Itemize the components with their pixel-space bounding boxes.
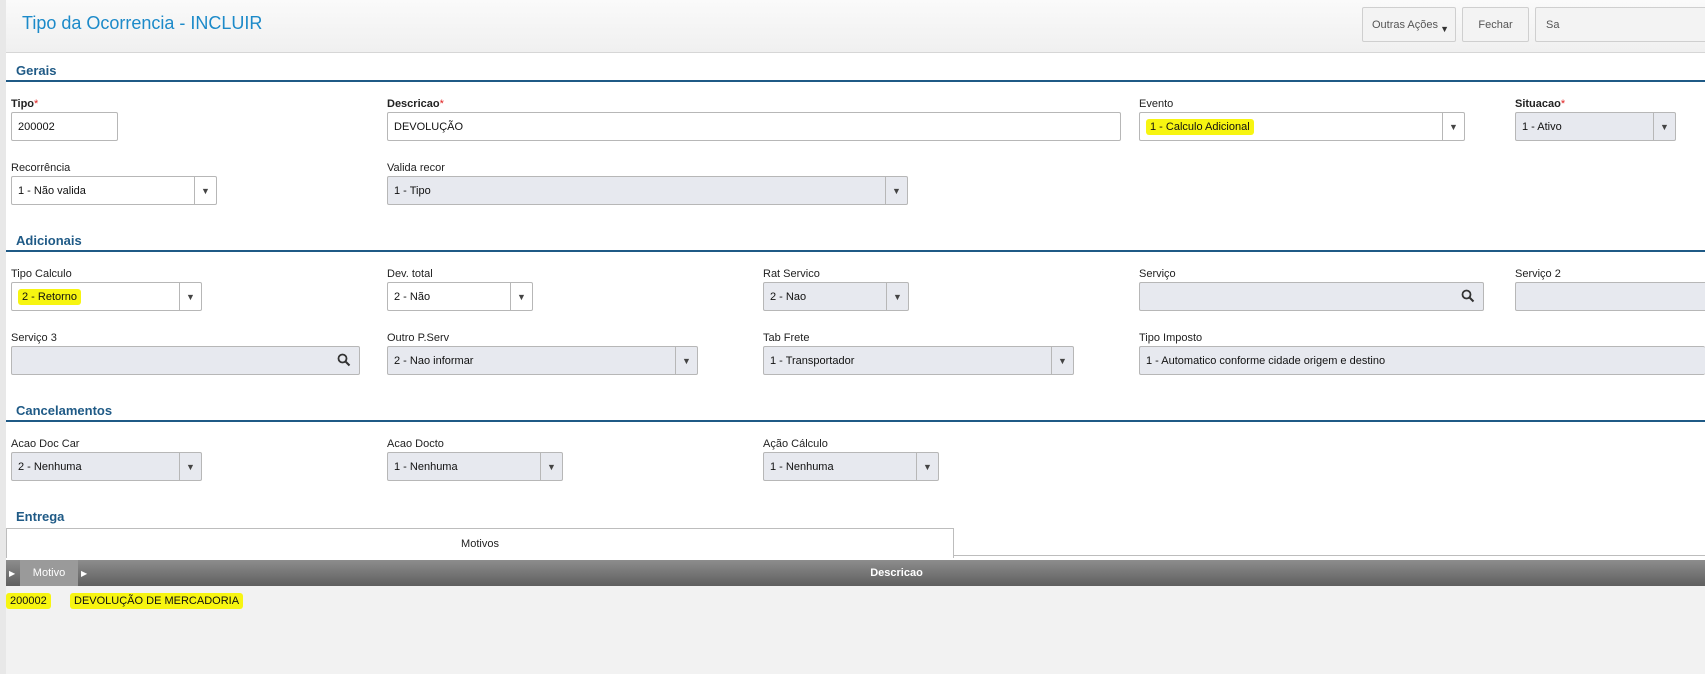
- dropdown-icon[interactable]: ▼: [885, 177, 907, 204]
- rat-servico-label: Rat Servico: [763, 268, 820, 280]
- caret-down-icon: ▼: [1440, 24, 1449, 34]
- tipo-calculo-select[interactable]: 2 - Retorno ▼: [11, 282, 202, 311]
- tipo-label: Tipo*: [11, 98, 39, 110]
- servico2-label: Serviço 2: [1515, 268, 1561, 280]
- acao-calculo-label: Ação Cálculo: [763, 438, 828, 450]
- situacao-label: Situacao*: [1515, 98, 1566, 110]
- situacao-select[interactable]: 1 - Ativo ▼: [1515, 112, 1676, 141]
- recorrencia-label: Recorrência: [11, 162, 71, 174]
- servico-label: Serviço: [1139, 268, 1176, 280]
- dropdown-icon[interactable]: ▼: [179, 283, 201, 310]
- search-icon[interactable]: [1461, 289, 1475, 306]
- dropdown-icon[interactable]: ▼: [1442, 113, 1464, 140]
- tipo-imposto-select[interactable]: 1 - Automatico conforme cidade origem e …: [1139, 346, 1705, 375]
- salvar-button[interactable]: Sa: [1535, 7, 1705, 42]
- section-divider: [6, 250, 1705, 252]
- tipo-imposto-value: 1 - Automatico conforme cidade origem e …: [1146, 354, 1386, 367]
- dropdown-icon[interactable]: ▼: [1051, 347, 1073, 374]
- tab-motivos-label: Motivos: [461, 537, 499, 550]
- dev-total-value: 2 - Não: [394, 290, 431, 303]
- column-header-motivo-label: Motivo: [32, 567, 66, 579]
- grid-arrow-icon: ▶: [9, 568, 16, 578]
- acao-calculo-select[interactable]: 1 - Nenhuma ▼: [763, 452, 939, 481]
- fechar-label: Fechar: [1478, 18, 1513, 31]
- acao-docto-value: 1 - Nenhuma: [394, 460, 458, 473]
- outras-acoes-button[interactable]: Outras Ações ▼: [1362, 7, 1456, 42]
- descricao-label: Descricao*: [387, 98, 444, 110]
- valida-recor-label: Valida recor: [387, 162, 445, 174]
- section-adicionais: Adicionais: [16, 233, 82, 248]
- column-header-motivo[interactable]: Motivo: [20, 560, 78, 586]
- evento-label: Evento: [1139, 98, 1174, 110]
- dev-total-select[interactable]: 2 - Não ▼: [387, 282, 533, 311]
- tab-frete-label: Tab Frete: [763, 332, 810, 344]
- fechar-button[interactable]: Fechar: [1462, 7, 1529, 42]
- tab-frete-select[interactable]: 1 - Transportador ▼: [763, 346, 1074, 375]
- dev-total-label: Dev. total: [387, 268, 433, 280]
- section-divider: [6, 420, 1705, 422]
- grid-body: 200002 DEVOLUÇÃO DE MERCADORIA: [6, 586, 1705, 674]
- situacao-value: 1 - Ativo: [1522, 120, 1562, 133]
- section-gerais: Gerais: [16, 63, 57, 78]
- outro-pserv-value: 2 - Nao informar: [394, 354, 474, 367]
- dropdown-icon[interactable]: ▼: [916, 453, 938, 480]
- tipo-value: 200002: [18, 120, 55, 133]
- outro-pserv-label: Outro P.Serv: [387, 332, 450, 344]
- descricao-input[interactable]: DEVOLUÇÃO: [387, 112, 1121, 141]
- section-entrega: Entrega: [16, 509, 65, 524]
- dropdown-icon[interactable]: ▼: [1653, 113, 1675, 140]
- acao-calculo-value: 1 - Nenhuma: [770, 460, 834, 473]
- rat-servico-select[interactable]: 2 - Nao ▼: [763, 282, 909, 311]
- dropdown-icon[interactable]: ▼: [194, 177, 216, 204]
- valida-recor-select[interactable]: 1 - Tipo ▼: [387, 176, 908, 205]
- tab-baseline: [954, 555, 1705, 556]
- servico3-input[interactable]: [11, 346, 360, 375]
- dropdown-icon[interactable]: ▼: [675, 347, 697, 374]
- dropdown-icon[interactable]: ▼: [179, 453, 201, 480]
- salvar-label: Sa: [1546, 18, 1560, 31]
- tipo-calculo-label: Tipo Calculo: [11, 268, 72, 280]
- cell-descricao: DEVOLUÇÃO DE MERCADORIA: [70, 593, 244, 609]
- acao-docto-label: Acao Docto: [387, 438, 444, 450]
- grid-header: ▶ Motivo ▶ Descricao: [6, 560, 1705, 586]
- servico-input[interactable]: [1139, 282, 1484, 311]
- column-header-descricao[interactable]: Descricao: [88, 560, 1705, 586]
- acao-doc-car-select[interactable]: 2 - Nenhuma ▼: [11, 452, 202, 481]
- tab-motivos[interactable]: Motivos: [6, 528, 954, 558]
- tipo-calculo-value: 2 - Retorno: [18, 288, 82, 305]
- dropdown-icon[interactable]: ▼: [886, 283, 908, 310]
- evento-select[interactable]: 1 - Calculo Adicional ▼: [1139, 112, 1465, 141]
- grid-arrow-icon: ▶: [81, 568, 88, 578]
- tipo-input[interactable]: 200002: [11, 112, 118, 141]
- page-header: Tipo da Ocorrencia - INCLUIR Outras Açõe…: [6, 0, 1705, 53]
- servico2-input[interactable]: [1515, 282, 1705, 311]
- tipo-imposto-label: Tipo Imposto: [1139, 332, 1203, 344]
- recorrencia-select[interactable]: 1 - Não valida ▼: [11, 176, 217, 205]
- outras-acoes-label: Outras Ações: [1371, 18, 1439, 31]
- cell-motivo: 200002: [6, 593, 51, 609]
- search-icon[interactable]: [337, 353, 351, 370]
- section-divider: [6, 80, 1705, 82]
- section-cancelamentos: Cancelamentos: [16, 403, 113, 418]
- dropdown-icon[interactable]: ▼: [540, 453, 562, 480]
- tab-frete-value: 1 - Transportador: [770, 354, 855, 367]
- column-header-descricao-label: Descricao: [870, 567, 923, 579]
- acao-doc-car-value: 2 - Nenhuma: [18, 460, 82, 473]
- page-title: Tipo da Ocorrencia - INCLUIR: [22, 13, 263, 33]
- rat-servico-value: 2 - Nao: [770, 290, 807, 303]
- acao-docto-select[interactable]: 1 - Nenhuma ▼: [387, 452, 563, 481]
- valida-recor-value: 1 - Tipo: [394, 184, 431, 197]
- acao-doc-car-label: Acao Doc Car: [11, 438, 80, 450]
- recorrencia-value: 1 - Não valida: [18, 184, 86, 197]
- servico3-label: Serviço 3: [11, 332, 57, 344]
- dropdown-icon[interactable]: ▼: [510, 283, 532, 310]
- evento-value: 1 - Calculo Adicional: [1146, 118, 1254, 135]
- descricao-value: DEVOLUÇÃO: [394, 120, 464, 133]
- outro-pserv-select[interactable]: 2 - Nao informar ▼: [387, 346, 698, 375]
